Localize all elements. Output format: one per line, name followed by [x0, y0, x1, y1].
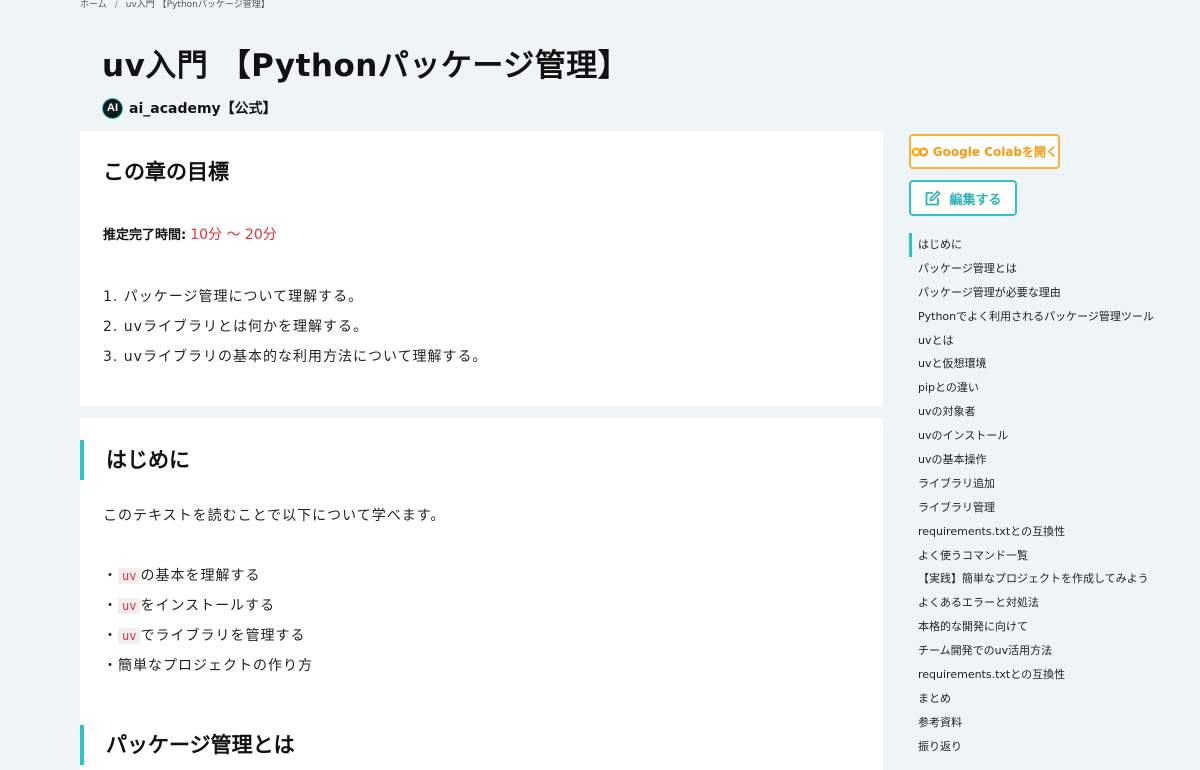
estimated-time-value: 10分 〜 20分: [190, 227, 277, 243]
toc-item[interactable]: パッケージ管理とは: [909, 257, 1154, 281]
content-card: はじめに このテキストを読むことで以下について学べます。 ・ uv の基本を理解する…: [80, 418, 883, 770]
toc-item[interactable]: 本格的な開発に向けて: [909, 615, 1154, 639]
breadcrumb-home-link[interactable]: ホーム: [80, 0, 107, 10]
list-item-text: でライブラリを管理する: [140, 628, 306, 644]
goals-list: 1. パッケージ管理について理解する。 2. uvライブラリとは何かを理解する。…: [103, 282, 488, 372]
inline-code: uv: [118, 628, 141, 644]
edit-button[interactable]: 編集する: [909, 180, 1017, 216]
goals-card: この章の目標 推定完了時間: 10分 〜 20分 1. パッケージ管理について理解…: [80, 131, 883, 406]
list-item-text: をインストールする: [140, 598, 276, 614]
toc-item[interactable]: 【実践】簡単なプロジェクトを作成してみよう: [909, 567, 1154, 591]
toc-item[interactable]: uvの基本操作: [909, 448, 1154, 472]
toc-item[interactable]: pipとの違い: [909, 376, 1154, 400]
estimated-time-label: 推定完了時間:: [103, 228, 187, 243]
toc-item[interactable]: はじめに: [909, 233, 1154, 257]
list-item: ・ uv をインストールする: [103, 591, 313, 621]
open-colab-label: Google Colabを開く: [932, 145, 1058, 159]
intro-text: このテキストを読むことで以下について学べます。: [103, 508, 446, 524]
toc-item[interactable]: ライブラリ追加: [909, 472, 1154, 496]
list-item-text: 簡単なプロジェクトの作り方: [118, 658, 313, 674]
toc-item[interactable]: 参考資料: [909, 711, 1154, 735]
toc-item[interactable]: チーム開発でのuv活用方法: [909, 639, 1154, 663]
goals-heading: この章の目標: [103, 160, 229, 184]
toc-item[interactable]: uvの対象者: [909, 400, 1154, 424]
section-heading-package-management: パッケージ管理とは: [80, 725, 295, 765]
inline-code: uv: [118, 598, 141, 614]
breadcrumb: ホーム / uv入門 【Pythonパッケージ管理】: [80, 0, 270, 12]
list-item: ・ uv でライブラリを管理する: [103, 621, 313, 651]
inline-code: uv: [118, 568, 141, 584]
author-name[interactable]: ai_academy【公式】: [129, 98, 277, 118]
bullet-mark: ・: [103, 598, 118, 614]
toc-item[interactable]: パッケージ管理が必要な理由: [909, 281, 1154, 305]
toc-item[interactable]: よくあるエラーと対処法: [909, 591, 1154, 615]
intro-bullets: ・ uv の基本を理解する ・ uv をインストールする ・ uv でライブラリを管理する …: [103, 561, 313, 681]
open-colab-button[interactable]: Google Colabを開く: [909, 134, 1060, 169]
estimated-time: 推定完了時間: 10分 〜 20分: [103, 225, 277, 246]
goal-item: 1. パッケージ管理について理解する。: [103, 289, 364, 305]
bullet-mark: ・: [103, 658, 118, 674]
toc-item[interactable]: ライブラリ管理: [909, 496, 1154, 520]
table-of-contents: はじめに パッケージ管理とは パッケージ管理が必要な理由 Pythonでよく利用…: [909, 233, 1154, 759]
edit-icon: [926, 189, 942, 205]
colab-logo-icon: [911, 146, 929, 157]
section-heading-intro: はじめに: [80, 440, 190, 480]
bullet-mark: ・: [103, 628, 118, 644]
toc-item[interactable]: Pythonでよく利用されるパッケージ管理ツール: [909, 305, 1154, 329]
toc-item[interactable]: requirements.txtとの互換性: [909, 663, 1154, 687]
breadcrumb-separator: /: [114, 0, 118, 10]
list-item-text: の基本を理解する: [140, 568, 261, 584]
list-item: ・ uv の基本を理解する: [103, 561, 313, 591]
breadcrumb-current: uv入門 【Pythonパッケージ管理】: [125, 0, 270, 10]
toc-item[interactable]: uvとは: [909, 329, 1154, 353]
toc-item[interactable]: 振り返り: [909, 735, 1154, 759]
page-title: uv入門 【Pythonパッケージ管理】: [102, 48, 630, 84]
list-item: ・簡単なプロジェクトの作り方: [103, 651, 313, 681]
bullet-mark: ・: [103, 568, 118, 584]
toc-item[interactable]: まとめ: [909, 687, 1154, 711]
edit-label: 編集する: [949, 192, 1002, 208]
toc-item[interactable]: uvのインストール: [909, 424, 1154, 448]
toc-item[interactable]: requirements.txtとの互換性: [909, 520, 1154, 544]
author[interactable]: AI ai_academy【公式】: [102, 96, 277, 120]
avatar[interactable]: AI: [102, 97, 123, 119]
goal-item: 2. uvライブラリとは何かを理解する。: [103, 319, 368, 335]
goal-item: 3. uvライブラリの基本的な利用方法について理解する。: [103, 349, 488, 365]
toc-item[interactable]: uvと仮想環境: [909, 352, 1154, 376]
toc-item[interactable]: よく使うコマンド一覧: [909, 544, 1154, 568]
